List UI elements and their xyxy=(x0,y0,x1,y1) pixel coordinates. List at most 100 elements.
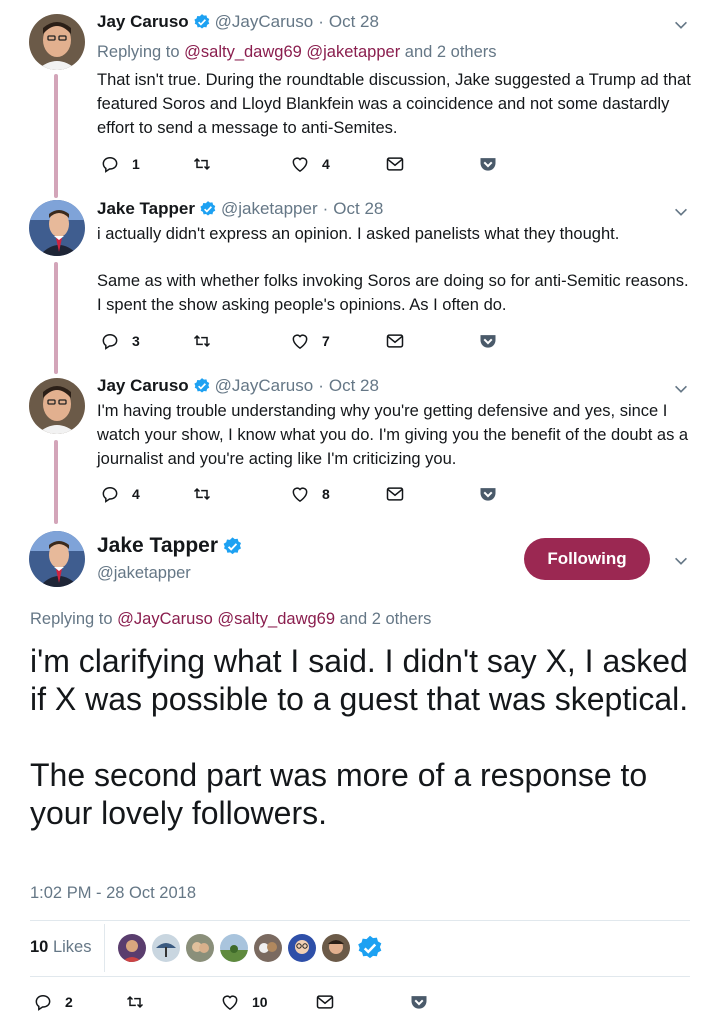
tweet-paragraph: i actually didn't express an opinion. I … xyxy=(97,225,620,243)
reply-count: 2 xyxy=(65,994,73,1010)
retweet-icon xyxy=(193,334,211,348)
like-button[interactable]: 7 xyxy=(290,331,330,351)
tweet-text: I'm having trouble understanding why you… xyxy=(97,399,697,471)
tweet-header: Jay Caruso @JayCaruso · Oct 28 xyxy=(97,376,379,396)
tweet-paragraph: I'm having trouble understanding why you… xyxy=(97,402,689,468)
verified-badge-icon xyxy=(356,934,384,962)
reply-count: 3 xyxy=(132,333,140,349)
replying-others[interactable]: and 2 others xyxy=(405,43,497,61)
main-author: Jake Tapper xyxy=(97,534,247,558)
liker-avatar[interactable] xyxy=(322,934,350,962)
liker-avatar[interactable] xyxy=(118,934,146,962)
dm-button[interactable] xyxy=(315,992,347,1012)
like-button[interactable]: 10 xyxy=(220,992,268,1012)
reply-button[interactable]: 1 xyxy=(100,154,140,174)
pocket-button[interactable] xyxy=(478,154,498,174)
verified-badge-icon xyxy=(199,200,217,218)
envelope-icon xyxy=(386,157,404,171)
chevron-down-icon[interactable] xyxy=(672,16,690,34)
dm-button[interactable] xyxy=(385,484,417,504)
replying-mentions[interactable]: @JayCaruso @salty_dawg69 xyxy=(117,610,335,628)
retweet-icon xyxy=(193,157,211,171)
envelope-icon xyxy=(386,334,404,348)
avatar[interactable] xyxy=(29,378,85,434)
dm-button[interactable] xyxy=(385,154,417,174)
tweet-date[interactable]: Oct 28 xyxy=(333,199,383,219)
author-handle[interactable]: @JayCaruso xyxy=(215,12,314,32)
author-handle[interactable]: @JayCaruso xyxy=(215,376,314,396)
likes-separator xyxy=(104,924,105,972)
liker-avatar[interactable] xyxy=(186,934,214,962)
likes-count[interactable]: 10 Likes xyxy=(30,938,91,957)
tweet-paragraph: i'm clarifying what I said. I didn't say… xyxy=(30,643,689,717)
tweet-timestamp[interactable]: 1:02 PM - 28 Oct 2018 xyxy=(30,884,196,903)
like-count: 8 xyxy=(322,486,330,502)
reply-icon xyxy=(102,486,118,503)
heart-icon xyxy=(222,995,238,1010)
separator-dot: · xyxy=(318,12,324,31)
tweet-header: Jay Caruso @JayCaruso · Oct 28 xyxy=(97,12,379,32)
retweet-icon xyxy=(126,995,144,1009)
chevron-down-icon[interactable] xyxy=(672,203,690,221)
tweet-paragraph: The second part was more of a response t… xyxy=(30,757,648,831)
separator-dot: · xyxy=(318,376,324,395)
liker-avatar[interactable] xyxy=(220,934,248,962)
replying-mentions[interactable]: @salty_dawg69 @jaketapper xyxy=(184,43,400,61)
replying-prefix: Replying to xyxy=(97,43,180,61)
author-handle[interactable]: @jaketapper xyxy=(221,199,318,219)
reply-button[interactable]: 4 xyxy=(100,484,140,504)
tweet-date[interactable]: Oct 28 xyxy=(329,376,379,396)
heart-icon xyxy=(292,334,308,349)
thread-line xyxy=(54,440,58,524)
tweet-text: That isn't true. During the roundtable d… xyxy=(97,68,697,140)
reply-icon xyxy=(35,994,51,1011)
like-button[interactable]: 8 xyxy=(290,484,330,504)
retweet-button[interactable] xyxy=(192,154,224,174)
replying-to: Replying to @salty_dawg69 @jaketapper an… xyxy=(97,43,497,62)
author-name[interactable]: Jay Caruso xyxy=(97,12,189,32)
author-handle[interactable]: @jaketapper xyxy=(97,564,191,583)
replying-prefix: Replying to xyxy=(30,610,113,628)
following-button[interactable]: Following xyxy=(524,538,650,580)
verified-badge-icon xyxy=(193,377,211,395)
heart-icon xyxy=(292,157,308,172)
reply-icon xyxy=(102,156,118,173)
like-button[interactable]: 4 xyxy=(290,154,330,174)
reply-icon xyxy=(102,333,118,350)
retweet-icon xyxy=(193,487,211,501)
pocket-button[interactable] xyxy=(478,331,498,351)
pocket-button[interactable] xyxy=(478,484,498,504)
retweet-button[interactable] xyxy=(125,992,157,1012)
avatar[interactable] xyxy=(29,200,85,256)
chevron-down-icon[interactable] xyxy=(672,380,690,398)
avatar[interactable] xyxy=(29,14,85,70)
liker-avatar[interactable] xyxy=(152,934,180,962)
verified-badge-icon xyxy=(193,13,211,31)
chevron-down-icon[interactable] xyxy=(672,552,690,570)
like-count: 10 xyxy=(252,994,268,1010)
dm-button[interactable] xyxy=(385,331,417,351)
author-name[interactable]: Jay Caruso xyxy=(97,376,189,396)
author-name[interactable]: Jake Tapper xyxy=(97,534,218,558)
verified-badge-icon xyxy=(222,536,243,557)
separator-dot: · xyxy=(322,199,329,218)
pocket-icon xyxy=(411,996,427,1009)
avatar[interactable] xyxy=(29,531,85,587)
replying-others[interactable]: and 2 others xyxy=(340,610,432,628)
tweet-paragraph: Same as with whether folks invoking Soro… xyxy=(97,272,689,314)
liker-avatar[interactable] xyxy=(288,934,316,962)
pocket-icon xyxy=(480,488,496,501)
tweet-date[interactable]: Oct 28 xyxy=(329,12,379,32)
pocket-button[interactable] xyxy=(409,992,429,1012)
thread-line xyxy=(54,74,58,198)
retweet-button[interactable] xyxy=(192,484,224,504)
divider xyxy=(30,976,690,977)
reply-button[interactable]: 3 xyxy=(100,331,140,351)
author-name[interactable]: Jake Tapper xyxy=(97,199,195,219)
retweet-button[interactable] xyxy=(192,331,224,351)
liker-avatar[interactable] xyxy=(254,934,282,962)
heart-icon xyxy=(292,487,308,502)
tweet-paragraph: That isn't true. During the roundtable d… xyxy=(97,71,691,137)
tweet-text: i actually didn't express an opinion. I … xyxy=(97,222,697,317)
reply-button[interactable]: 2 xyxy=(33,992,73,1012)
